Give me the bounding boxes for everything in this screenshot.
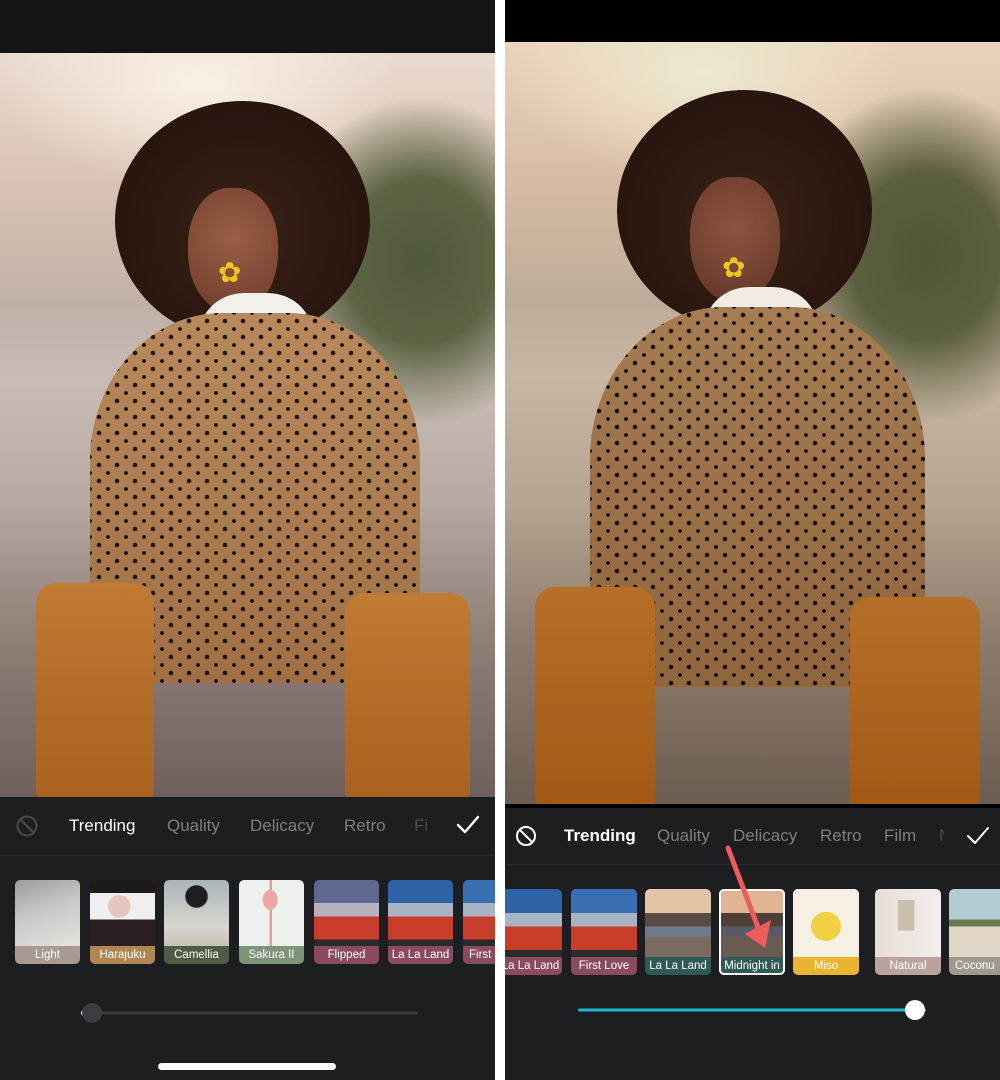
tab-quality[interactable]: Quality xyxy=(657,826,710,846)
filter-label: La La Land xyxy=(388,946,453,964)
slider-knob[interactable] xyxy=(905,1000,925,1020)
filter-intensity-slider[interactable] xyxy=(578,1000,926,1020)
filter-thumb-harajuku[interactable]: Harajuku xyxy=(90,880,155,964)
filter-thumb-first-love[interactable]: First xyxy=(463,880,495,964)
filter-label: La La Land xyxy=(505,957,562,975)
flower: ✿ xyxy=(218,257,242,288)
pants-left-leg xyxy=(36,583,154,797)
slider-track[interactable] xyxy=(578,1008,926,1012)
no-filter-icon[interactable] xyxy=(16,815,38,837)
photo-preview: ✿ xyxy=(505,42,1000,808)
thumb-image xyxy=(239,880,304,946)
left-phone-screen: ✿ Trending Quality Delicacy Retro Fi Lig… xyxy=(0,0,495,1080)
tab-delicacy[interactable]: Delicacy xyxy=(733,826,797,846)
pants-right-leg xyxy=(345,593,470,797)
thumb-image xyxy=(505,889,562,957)
filter-category-bar: Trending Quality Delicacy Retro Fi xyxy=(0,797,495,856)
filter-label: Sakura II xyxy=(239,946,304,964)
filter-category-bar: Trending Quality Delicacy Retro Film N xyxy=(505,808,1000,865)
thumb-image xyxy=(388,880,453,946)
filter-thumbnail-strip[interactable]: La La Land First Love La La Land Midnigh… xyxy=(505,889,1000,977)
filter-thumb-natural[interactable]: Natural xyxy=(875,889,941,975)
filter-thumbnail-strip[interactable]: Light Harajuku Camellia Sakura II Flippe… xyxy=(0,880,495,964)
filter-thumb-flipped[interactable]: Flipped xyxy=(314,880,379,964)
thumb-image xyxy=(463,880,495,946)
flower: ✿ xyxy=(722,252,746,283)
pants-left-leg xyxy=(535,587,655,804)
filter-thumb-first-love[interactable]: First Love xyxy=(571,889,637,975)
status-bar xyxy=(505,0,1000,42)
tab-delicacy[interactable]: Delicacy xyxy=(250,816,314,836)
filter-label: Harajuku xyxy=(90,946,155,964)
filter-label: La La Land xyxy=(645,957,711,975)
thumb-image xyxy=(949,889,1000,957)
tab-film[interactable]: Film xyxy=(884,826,916,846)
checkmark-icon[interactable] xyxy=(456,815,480,840)
filter-label: Natural xyxy=(875,957,941,975)
home-indicator[interactable] xyxy=(158,1063,336,1070)
tab-trending[interactable]: Trending xyxy=(564,826,636,846)
thumb-image xyxy=(571,889,637,957)
thumb-image xyxy=(314,880,379,946)
filter-thumb-sakura-ii[interactable]: Sakura II xyxy=(239,880,304,964)
slider-knob[interactable] xyxy=(82,1003,102,1023)
slider-track[interactable] xyxy=(81,1011,418,1015)
thumb-image xyxy=(164,880,229,946)
filter-thumb-midnight-in[interactable]: Midnight in xyxy=(719,889,785,975)
filter-thumb-la-la-land[interactable]: La La Land xyxy=(505,889,562,975)
no-filter-icon[interactable] xyxy=(515,825,537,847)
filter-label: Miso xyxy=(793,957,859,975)
filter-label: Coconu xyxy=(949,957,1000,975)
filter-thumb-miso[interactable]: Miso xyxy=(793,889,859,975)
thumb-image xyxy=(90,880,155,946)
filter-label: Light xyxy=(15,946,80,964)
thumb-image xyxy=(793,889,859,957)
status-bar xyxy=(0,0,495,53)
photo-preview: ✿ xyxy=(0,53,495,797)
tab-retro[interactable]: Retro xyxy=(344,816,386,836)
filter-label: First Love xyxy=(571,957,637,975)
tab-film-partial[interactable]: Fi xyxy=(414,816,428,836)
filter-thumb-la-la-land-2[interactable]: La La Land xyxy=(645,889,711,975)
photo-subject-face xyxy=(690,177,780,302)
filter-thumb-light[interactable]: Light xyxy=(15,880,80,964)
tab-partial[interactable]: N xyxy=(939,826,944,846)
pants-right-leg xyxy=(850,597,980,804)
filter-label: First xyxy=(463,946,495,964)
filter-label: Flipped xyxy=(314,946,379,964)
thumb-image xyxy=(645,889,711,957)
tab-quality[interactable]: Quality xyxy=(167,816,220,836)
filter-thumb-camellia[interactable]: Camellia xyxy=(164,880,229,964)
thumb-image xyxy=(875,889,941,957)
filter-thumb-la-la-land[interactable]: La La Land xyxy=(388,880,453,964)
right-phone-screen: ✿ Trending Quality Delicacy Retro Film N… xyxy=(505,0,1000,1080)
tab-trending[interactable]: Trending xyxy=(69,816,135,836)
filter-thumb-coconut[interactable]: Coconu xyxy=(949,889,1000,975)
filter-intensity-slider[interactable] xyxy=(81,1003,418,1023)
tab-retro[interactable]: Retro xyxy=(820,826,862,846)
checkmark-icon[interactable] xyxy=(966,826,990,851)
thumb-image xyxy=(15,880,80,946)
selected-frame xyxy=(719,889,785,975)
filter-label: Camellia xyxy=(164,946,229,964)
